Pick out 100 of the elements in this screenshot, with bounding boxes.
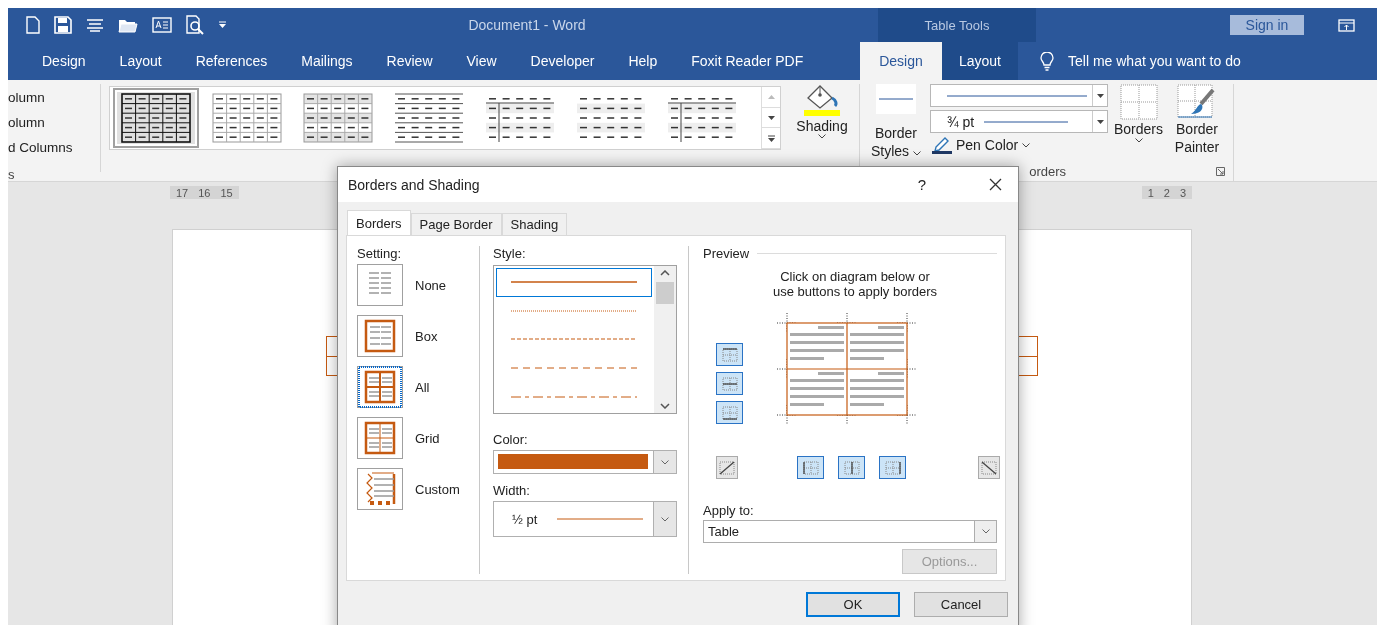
border-icon: [719, 403, 740, 422]
setting-option[interactable]: All: [357, 366, 479, 408]
table-style-icon: [212, 93, 282, 143]
color-dropdown[interactable]: [493, 450, 677, 474]
caret-icon: [981, 528, 990, 534]
apply-to-label: Apply to:: [703, 502, 755, 518]
pen-color-button[interactable]: Pen Color: [930, 136, 1108, 154]
ribbon-tab[interactable]: Design: [860, 42, 942, 80]
help-button[interactable]: ?: [912, 176, 932, 193]
ribbon-tab[interactable]: Layout: [119, 53, 162, 69]
ribbon-tab[interactable]: Mailings: [301, 53, 353, 69]
caret-icon: [661, 459, 669, 465]
line-sample-icon: [509, 365, 639, 372]
ribbon-display-icon[interactable]: [1338, 18, 1355, 32]
dialog-button[interactable]: Cancel: [914, 592, 1008, 617]
color-label: Color:: [493, 432, 529, 447]
dialog-title: Borders and Shading: [348, 176, 481, 193]
caret-icon: [1096, 93, 1104, 98]
dialog-tab[interactable]: Borders: [347, 210, 411, 235]
table-style-icon: [121, 93, 191, 143]
setting-option[interactable]: Grid: [357, 417, 479, 459]
ruler-number: 17: [176, 186, 189, 199]
caret-icon: [767, 115, 775, 120]
caret-icon: [767, 94, 775, 99]
caret-icon: [913, 151, 921, 156]
apply-to-dropdown[interactable]: Table: [703, 519, 997, 543]
folder-icon[interactable]: [118, 17, 138, 33]
more-icon: [767, 134, 775, 142]
ribbon-tab[interactable]: View: [466, 53, 497, 69]
lightbulb-icon: [1040, 51, 1054, 71]
ribbon-tab[interactable]: Developer: [530, 53, 595, 69]
setting-option[interactable]: Box: [357, 315, 479, 357]
customize-caret-icon[interactable]: [218, 21, 227, 29]
width-dropdown[interactable]: ½ pt: [493, 501, 677, 537]
line-weight-dropdown[interactable]: ¾ pt: [930, 110, 1108, 133]
ruler-number: 16: [198, 186, 211, 199]
dialog-tab[interactable]: Shading: [501, 213, 568, 235]
dialog-tab[interactable]: Page Border: [410, 213, 502, 235]
caret-icon: [1022, 142, 1031, 148]
line-sample-icon: [509, 307, 639, 314]
border-toggle-button[interactable]: [716, 343, 743, 366]
save-icon[interactable]: [54, 16, 72, 34]
form-icon[interactable]: [152, 17, 172, 33]
dialog-launcher-icon[interactable]: [1216, 166, 1226, 176]
line-sample-icon: [984, 120, 1069, 123]
borders-button[interactable]: Borders: [1114, 84, 1164, 163]
context-title: Table Tools: [924, 17, 990, 33]
ruler-number: 1: [1147, 186, 1154, 199]
border-styles-button[interactable]: Border Styles: [868, 84, 924, 163]
border-toggle-button[interactable]: [838, 456, 865, 480]
print-preview-icon[interactable]: [186, 15, 204, 35]
table-style-option[interactable]: d Columns: [8, 138, 100, 157]
table-setting-icon: [358, 366, 402, 408]
border-icon: [717, 458, 737, 477]
new-document-icon[interactable]: [26, 16, 40, 34]
border-toggle-button[interactable]: [879, 456, 906, 480]
line-sample-icon: [879, 98, 913, 100]
scrollbar-thumb[interactable]: [656, 282, 674, 304]
caret-icon: [818, 134, 826, 139]
shading-button[interactable]: Shading: [789, 80, 855, 181]
border-icon: [800, 458, 821, 477]
table-style-thumbnail[interactable]: [113, 88, 199, 148]
border-toggle-button[interactable]: [978, 456, 1000, 480]
borders-grid-icon: [1119, 84, 1158, 120]
preview-label: Preview: [703, 246, 750, 261]
table-style-icon: [303, 93, 373, 143]
dialog-button[interactable]: OK: [806, 592, 900, 617]
border-painter-button[interactable]: Border Painter: [1169, 84, 1226, 163]
border-toggle-button[interactable]: [716, 456, 738, 480]
line-sample-icon: [509, 279, 639, 286]
border-toggle-button[interactable]: [797, 456, 824, 480]
ruler-number: 3: [1179, 186, 1186, 199]
touch-mode-icon[interactable]: [86, 18, 104, 32]
border-icon: [841, 458, 862, 477]
ribbon-tab[interactable]: Review: [386, 53, 433, 69]
border-icon: [719, 374, 740, 393]
ribbon-tab[interactable]: References: [195, 53, 268, 69]
ribbon-tab[interactable]: Layout: [942, 42, 1018, 80]
style-label: Style:: [493, 246, 527, 261]
table-style-option[interactable]: olumn: [8, 113, 100, 132]
ribbon-tab[interactable]: Design: [42, 53, 86, 69]
setting-option[interactable]: Custom: [357, 468, 479, 510]
border-icon: [882, 458, 903, 477]
border-toggle-button[interactable]: [716, 401, 743, 424]
ribbon-tab[interactable]: Help: [628, 53, 658, 69]
border-icon: [719, 345, 740, 364]
window-title: Document1 - Word: [468, 17, 586, 33]
line-sample-icon: [509, 393, 639, 400]
setting-option[interactable]: None: [357, 264, 479, 306]
ruler-number: 15: [220, 186, 233, 199]
setting-label: Setting:: [357, 246, 403, 261]
line-sample-icon: [557, 518, 644, 520]
preview-hint: Click on diagram below or use buttons to apply borders: [771, 269, 939, 299]
sign-in-button[interactable]: Sign in: [1230, 15, 1304, 35]
line-style-item[interactable]: [496, 268, 652, 297]
border-toggle-button[interactable]: [716, 372, 743, 395]
ribbon-tab[interactable]: Foxit Reader PDF: [691, 53, 804, 69]
width-label: Width:: [493, 483, 531, 498]
tell-me-field[interactable]: Tell me what you want to do: [1068, 53, 1241, 69]
table-style-option[interactable]: olumn: [8, 88, 100, 107]
